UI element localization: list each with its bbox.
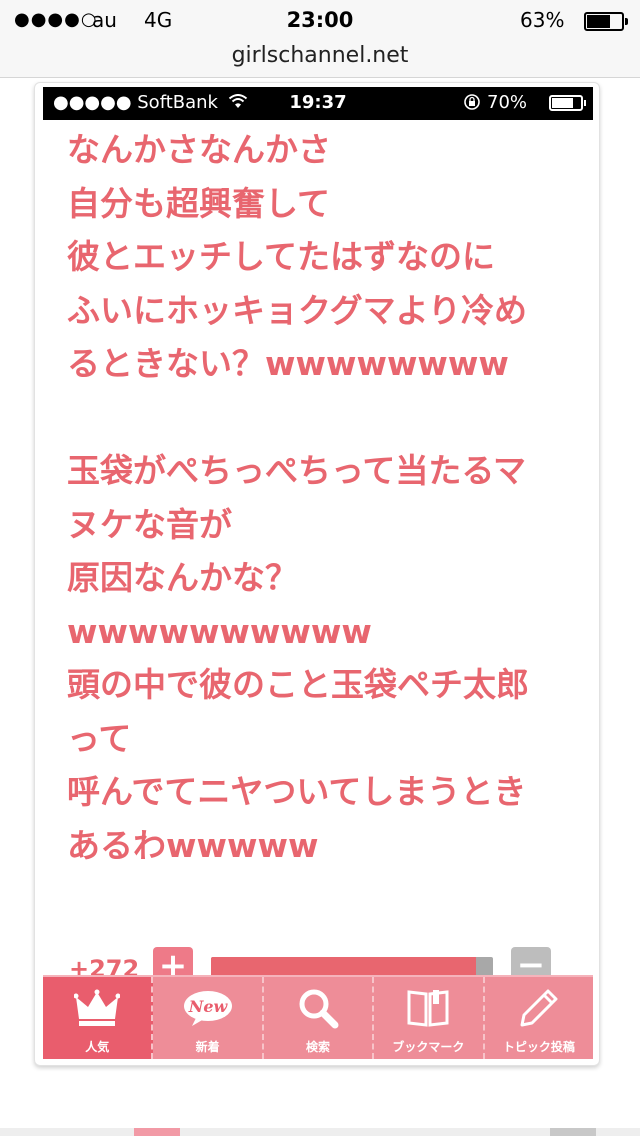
comment-line: あるわwwwww (67, 825, 319, 865)
search-icon (264, 983, 372, 1033)
rotation-lock-icon (464, 94, 480, 110)
comment-line: るときない？wwwwwwww (67, 344, 509, 383)
comment-line: 原因なんかな？ (67, 558, 298, 597)
battery-icon (584, 12, 628, 31)
nav-item-bookmark[interactable]: ブックマーク (374, 977, 485, 1059)
next-minus-button-edge (550, 1128, 596, 1136)
nav-item-popular[interactable]: 人気 (43, 977, 154, 1059)
comment-image-card: ●●●●● SoftBank 19:37 70% なんかさなんかさ 自分も超興奮… (34, 82, 600, 1066)
status-bar: ●●●●○ au 4G 23:00 63% (0, 0, 640, 40)
bottom-nav: 人気 New 新着 検索 ブックマーク トピック投稿 (43, 975, 593, 1059)
comment-line: 玉袋がぺちっぺちって当たるマ (67, 451, 527, 490)
nav-item-post-topic[interactable]: トピック投稿 (485, 977, 593, 1059)
comment-line (67, 391, 587, 445)
comment-line: ヌケな音が (67, 504, 232, 544)
embedded-battery-percent: 70% (463, 92, 527, 113)
battery-percent: 63% (520, 8, 565, 32)
embedded-battery-icon (549, 95, 586, 111)
next-plus-button-edge (134, 1128, 180, 1136)
crown-icon (43, 983, 151, 1033)
comment-text: なんかさなんかさ 自分も超興奮して 彼とエッチしてたはずなのに ふいにホッキョク… (67, 123, 587, 872)
nav-item-search[interactable]: 検索 (264, 977, 375, 1059)
nav-label: 人気 (85, 1040, 110, 1054)
address-bar[interactable]: girlschannel.net (0, 40, 640, 78)
book-icon (374, 983, 482, 1033)
nav-item-new[interactable]: New 新着 (153, 977, 264, 1059)
comment-line: って (67, 718, 132, 758)
bottom-toolbar-edge (0, 1128, 640, 1136)
comment-line: 彼とエッチしてたはずなのに (67, 237, 496, 276)
comment-line: 自分も超興奮して (67, 183, 331, 223)
nav-label: 検索 (306, 1040, 331, 1054)
nav-label: 新着 (195, 1040, 220, 1054)
nav-label: トピック投稿 (502, 1040, 575, 1054)
comment-line: なんかさなんかさ (67, 130, 331, 169)
embedded-status-bar: ●●●●● SoftBank 19:37 70% (43, 87, 593, 120)
pencil-icon (485, 983, 593, 1033)
comment-line: 頭の中で彼のこと玉袋ペチ太郎 (67, 665, 529, 704)
nav-label: ブックマーク (392, 1040, 465, 1054)
comment-line: 呼んでてニヤついてしまうとき (67, 772, 527, 811)
svg-text:New: New (187, 997, 228, 1016)
comment-line: ふいにホッキョクグマより冷め (67, 290, 528, 330)
url-domain[interactable]: girlschannel.net (0, 43, 640, 68)
new-badge-icon: New (153, 983, 261, 1033)
comment-line: wwwwwwwwww (67, 611, 372, 651)
